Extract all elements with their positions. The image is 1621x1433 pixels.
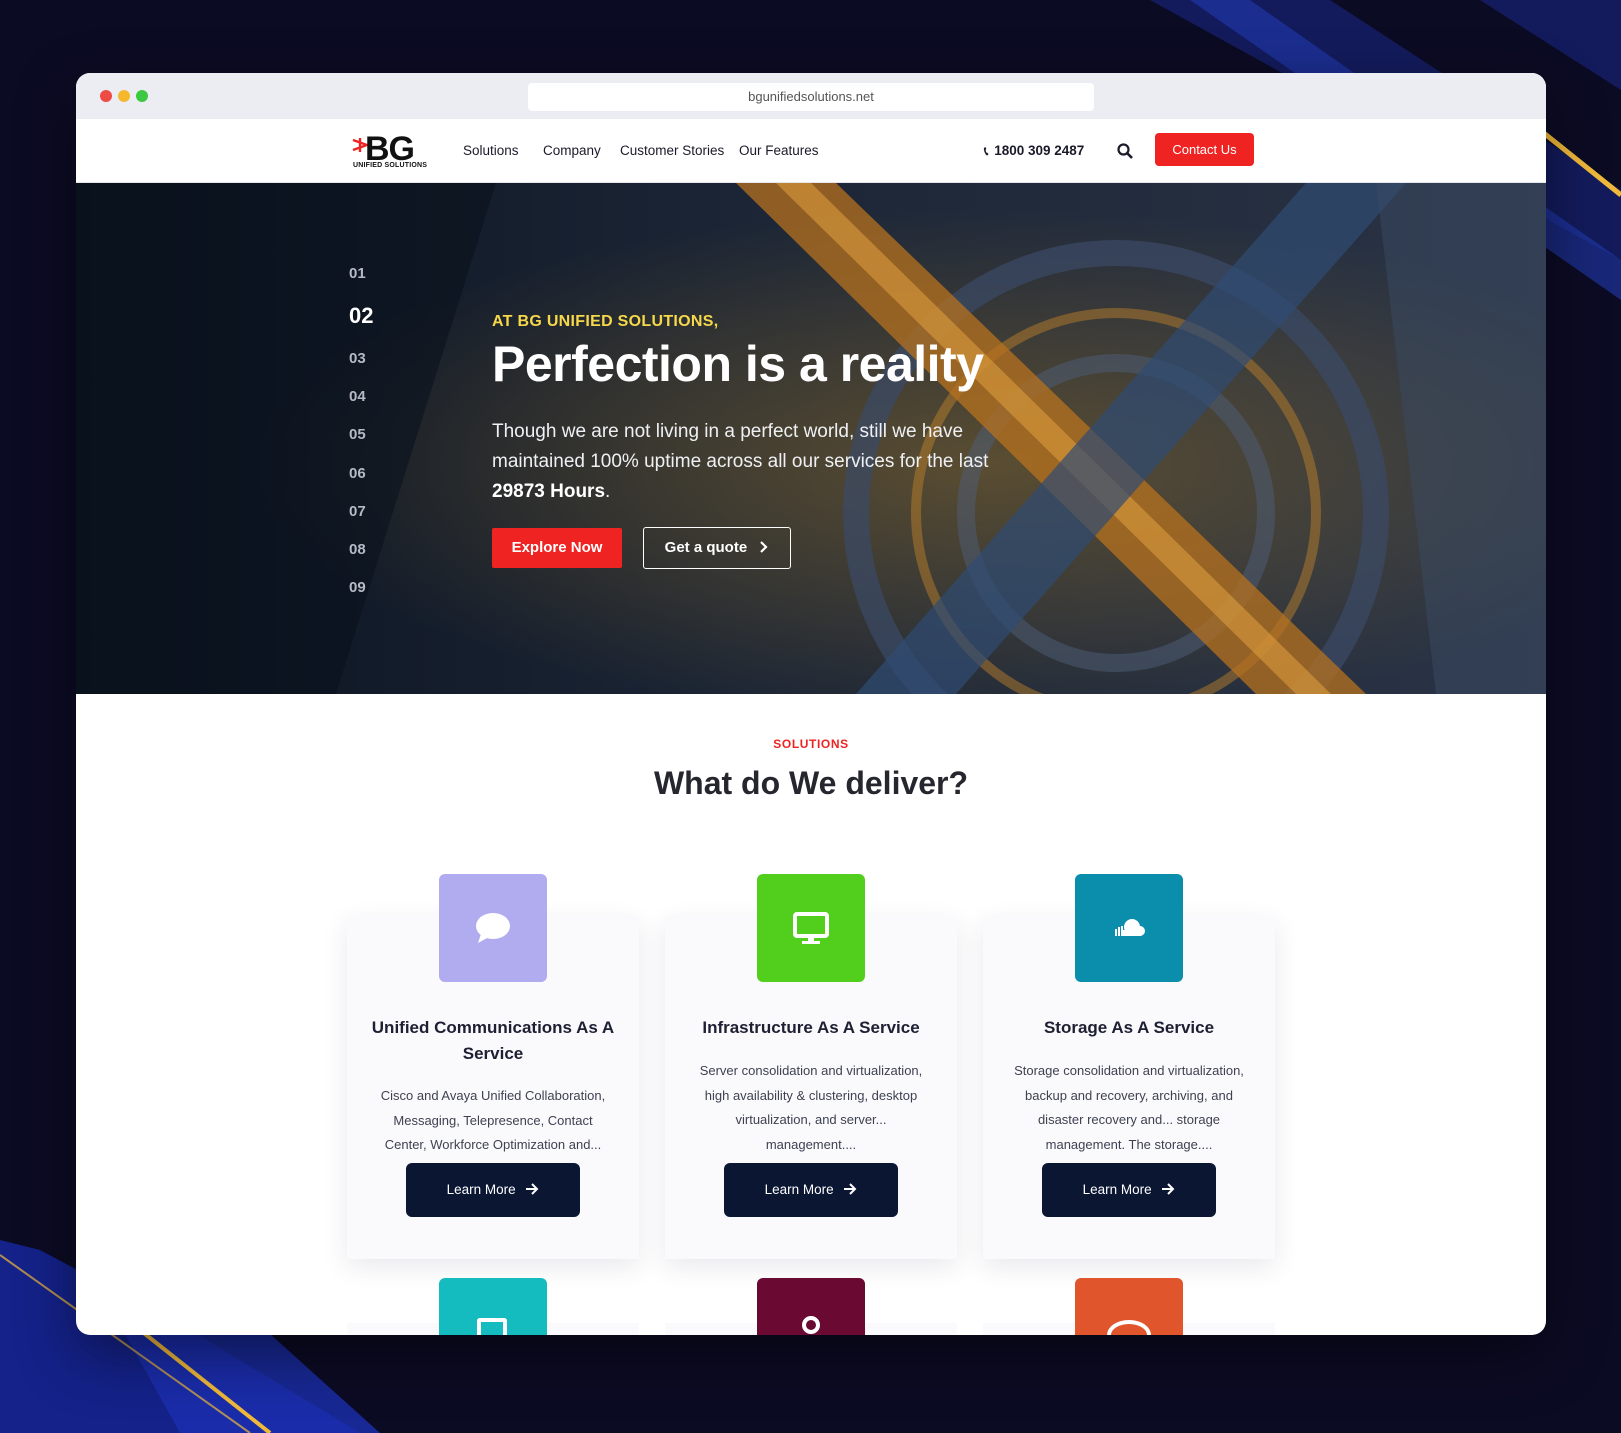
slide-indicator[interactable]: 04	[349, 388, 366, 405]
section-title: What do We deliver?	[653, 765, 969, 801]
browser-titlebar: bgunifiedsolutions.net	[76, 73, 1546, 119]
slide-indicator[interactable]: 09	[349, 579, 366, 596]
card-description: Cisco and Avaya Unified Collaboration, M…	[380, 1088, 606, 1152]
logo-text: BG	[365, 130, 415, 168]
learn-more-label: Learn More	[764, 1182, 834, 1197]
close-window-button[interactable]	[100, 90, 112, 102]
get-a-quote-button[interactable]: Get a quote	[643, 527, 791, 569]
arrow-right-icon	[1162, 1183, 1175, 1195]
slide-indicator[interactable]: 07	[349, 503, 366, 520]
desktop-icon	[793, 912, 829, 944]
slide-indicator[interactable]: 05	[349, 426, 366, 443]
hero-description-suffix: .	[605, 481, 611, 502]
learn-more-label: Learn More	[1082, 1182, 1152, 1197]
get-a-quote-label: Get a quote	[664, 539, 748, 556]
phone-text: 1800 309 2487	[994, 143, 1085, 158]
uptime-hours: 29873 Hours	[492, 481, 606, 502]
site-logo[interactable]: BG UNIFIED SOLUTIONS	[351, 132, 443, 170]
slide-indicator[interactable]: 06	[349, 465, 366, 482]
hero-title: Perfection is a reality	[492, 336, 984, 392]
card-title: Unified Communications As A Service	[371, 1018, 615, 1063]
chat-bubble-icon-tile	[439, 874, 547, 982]
address-bar[interactable]: bgunifiedsolutions.net	[528, 83, 1094, 111]
nav-link-our-features[interactable]: Our Features	[739, 119, 819, 183]
hero-banner: 01 02 03 04 05 06 07 08 09 AT BG UNIFIED…	[76, 183, 1546, 694]
maximize-window-button[interactable]	[136, 90, 148, 102]
phone-number[interactable]: 📞︎ 1800 309 2487	[984, 119, 1084, 183]
document-icon	[439, 1278, 547, 1335]
arrow-right-icon	[526, 1183, 539, 1195]
hero-description: Though we are not living in a perfect wo…	[492, 417, 1012, 507]
hero-description-text: Though we are not living in a perfect wo…	[492, 421, 989, 472]
learn-more-button[interactable]: Learn More	[1042, 1163, 1216, 1217]
cloud-icon-tile	[1075, 874, 1183, 982]
arrow-right-icon	[844, 1183, 857, 1195]
nav-link-customer-stories[interactable]: Customer Stories	[620, 119, 724, 183]
desktop-icon-tile	[757, 874, 865, 982]
nav-link-solutions[interactable]: Solutions	[463, 119, 519, 183]
slide-indicator[interactable]: 03	[349, 350, 366, 367]
card-title: Storage As A Service	[1043, 1018, 1215, 1037]
slide-indicator[interactable]: 08	[349, 541, 366, 558]
card-description: Storage consolidation and virtualization…	[1014, 1063, 1244, 1152]
section-eyebrow: SOLUTIONS	[773, 737, 849, 751]
logo-subtitle: UNIFIED SOLUTIONS	[353, 162, 428, 169]
minimize-window-button[interactable]	[118, 90, 130, 102]
slide-indicator[interactable]: 01	[349, 265, 366, 282]
learn-more-label: Learn More	[446, 1182, 516, 1197]
chat-bubble-icon	[476, 913, 510, 943]
contact-us-button[interactable]: Contact Us	[1155, 133, 1254, 166]
cloud-icon	[1115, 919, 1145, 936]
hero-eyebrow: AT BG UNIFIED SOLUTIONS,	[492, 313, 719, 330]
browser-window: bgunifiedsolutions.net BG UNIFIED SOLUTI…	[76, 73, 1546, 1335]
card-title: Infrastructure As A Service	[702, 1018, 920, 1037]
chevron-right-icon	[760, 541, 768, 553]
nav-link-company[interactable]: Company	[543, 119, 601, 183]
site-header: BG UNIFIED SOLUTIONS Solutions Company C…	[76, 119, 1546, 183]
card-description: Server consolidation and virtualization,…	[699, 1063, 923, 1152]
search-icon[interactable]	[1116, 142, 1134, 160]
user-icon	[757, 1278, 865, 1335]
phone-icon: 📞︎	[984, 144, 989, 158]
explore-now-button[interactable]: Explore Now	[492, 528, 622, 568]
learn-more-button[interactable]: Learn More	[724, 1163, 898, 1217]
slide-indicator-active[interactable]: 02	[349, 303, 373, 329]
network-icon	[1075, 1278, 1183, 1335]
learn-more-button[interactable]: Learn More	[406, 1163, 580, 1217]
